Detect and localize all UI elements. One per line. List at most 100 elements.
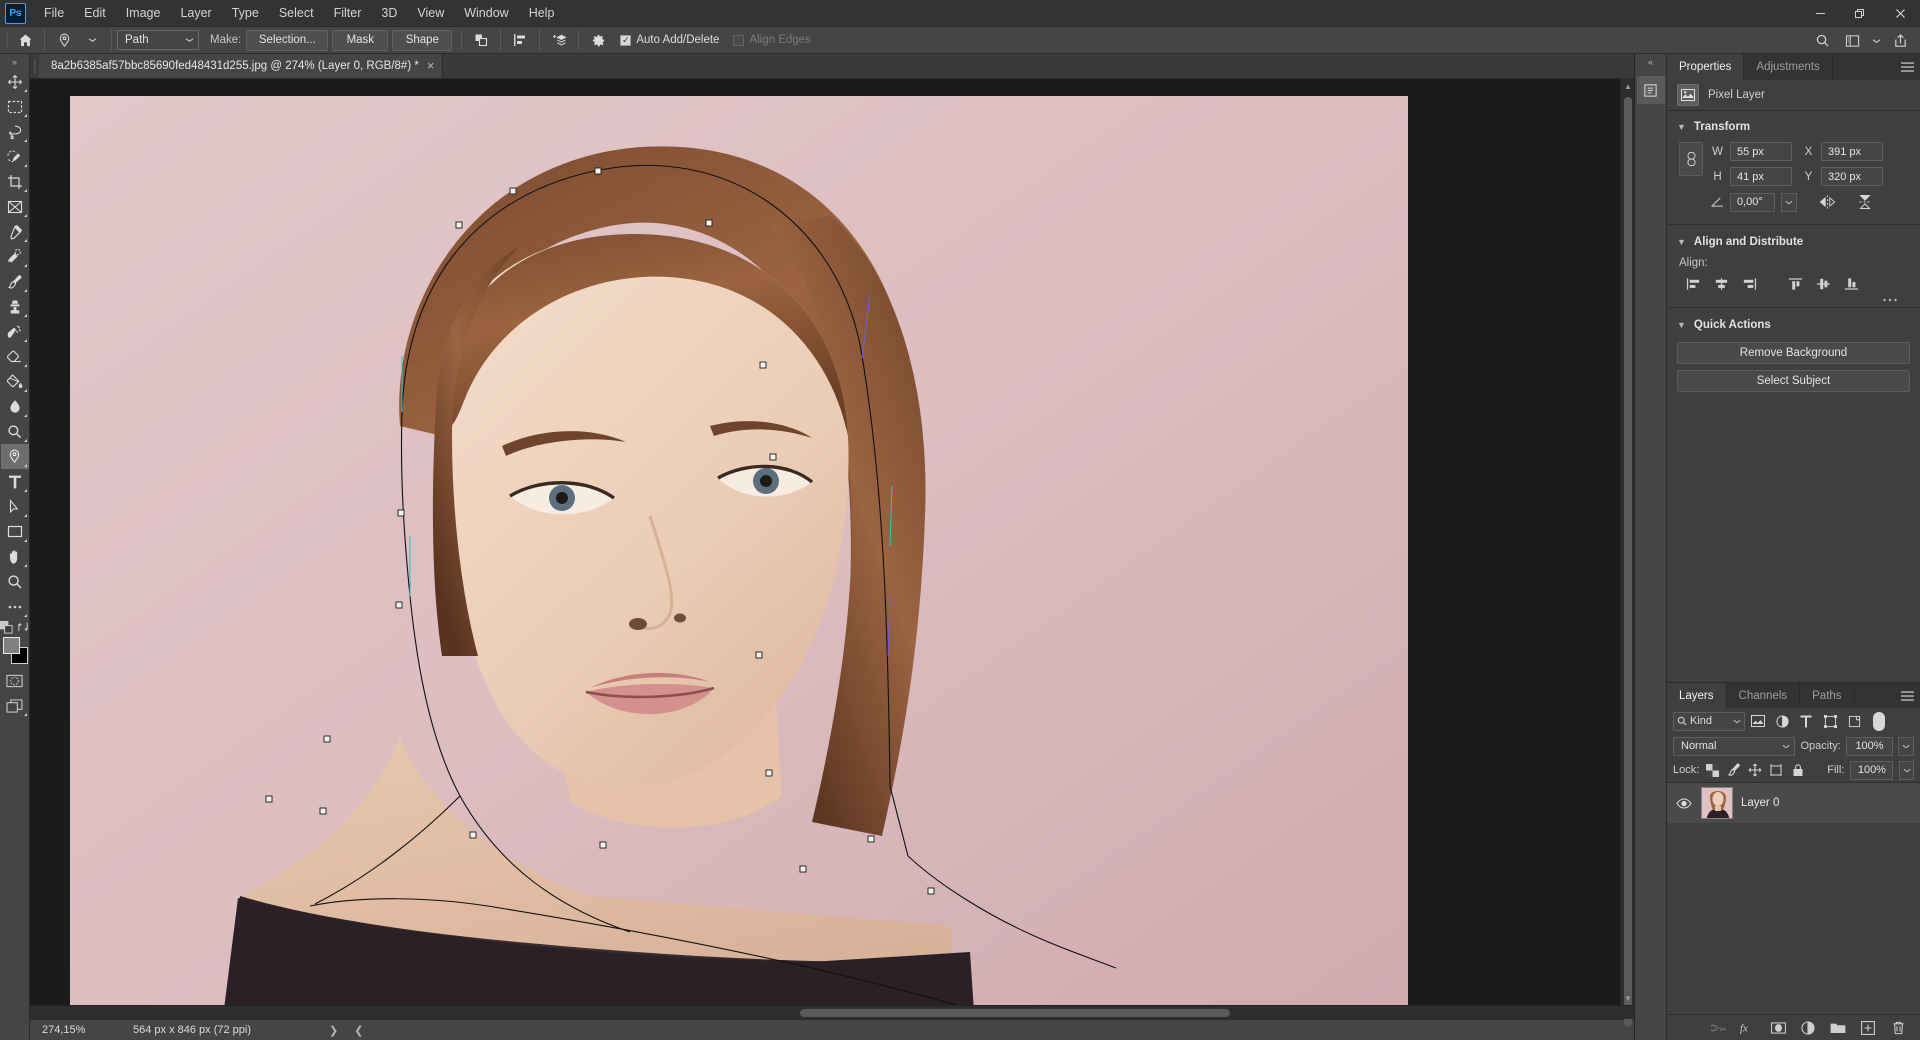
chevron-left-icon[interactable]: ❮ <box>346 1024 371 1037</box>
type-tool[interactable] <box>1 469 29 494</box>
home-icon[interactable] <box>11 28 39 52</box>
canvas-vertical-scrollbar[interactable]: ▲ ▼ <box>1620 79 1635 1027</box>
flip-horizontal-icon[interactable] <box>1815 192 1839 212</box>
filter-pixel-icon[interactable] <box>1747 710 1769 732</box>
filter-type-icon[interactable] <box>1795 710 1817 732</box>
close-icon[interactable]: × <box>427 59 435 72</box>
options-bar-grip[interactable] <box>2 27 11 54</box>
link-aspect-ratio-icon[interactable] <box>1679 142 1703 176</box>
menu-filter[interactable]: Filter <box>324 1 372 25</box>
opacity-input[interactable]: 100% <box>1845 736 1894 756</box>
table-row[interactable]: Layer 0 <box>1667 783 1920 823</box>
filter-adjustment-icon[interactable] <box>1771 710 1793 732</box>
filter-shape-icon[interactable] <box>1819 710 1841 732</box>
scroll-up-arrow-icon[interactable]: ▲ <box>1621 79 1635 93</box>
transform-section-header[interactable]: ▼ Transform <box>1667 116 1920 138</box>
add-layer-mask-icon[interactable] <box>1770 1020 1786 1036</box>
horizontal-scroll-thumb[interactable] <box>800 1009 1230 1017</box>
align-left-edges-icon[interactable] <box>1681 273 1705 295</box>
select-subject-button[interactable]: Select Subject <box>1677 370 1910 392</box>
tab-layers[interactable]: Layers <box>1667 683 1727 708</box>
tab-properties[interactable]: Properties <box>1667 54 1745 80</box>
screen-mode-toggle[interactable] <box>1 693 29 718</box>
vertical-scroll-thumb[interactable] <box>1624 97 1632 1027</box>
align-bottom-edges-icon[interactable] <box>1839 273 1863 295</box>
pen-tool-preset-chevron-icon[interactable] <box>78 28 106 52</box>
menu-layer[interactable]: Layer <box>170 1 221 25</box>
align-vertical-centers-icon[interactable] <box>1811 273 1835 295</box>
tab-channels[interactable]: Channels <box>1726 683 1801 708</box>
menu-view[interactable]: View <box>407 1 454 25</box>
crop-tool[interactable] <box>1 169 29 194</box>
quick-actions-section-header[interactable]: ▼ Quick Actions <box>1667 314 1920 336</box>
lock-image-pixels-icon[interactable] <box>1726 761 1741 779</box>
layers-panel-menu-icon[interactable] <box>1901 683 1914 709</box>
gear-icon[interactable] <box>584 28 612 52</box>
path-operations-icon[interactable] <box>467 28 495 52</box>
align-distribute-section-header[interactable]: ▼ Align and Distribute <box>1667 231 1920 253</box>
canvas-viewport[interactable] <box>30 79 1620 1005</box>
zoom-tool[interactable] <box>1 569 29 594</box>
properties-panel-menu-icon[interactable] <box>1901 54 1914 80</box>
align-horizontal-centers-icon[interactable] <box>1709 273 1733 295</box>
make-mask-button[interactable]: Mask <box>332 29 389 51</box>
chevron-right-icon[interactable]: ❯ <box>321 1024 346 1037</box>
foreground-color-swatch[interactable] <box>2 637 20 654</box>
scroll-down-arrow-icon[interactable]: ▼ <box>1621 991 1635 1005</box>
new-group-icon[interactable] <box>1830 1020 1846 1036</box>
dock-collapse-icon[interactable]: « <box>1635 54 1667 70</box>
tab-adjustments[interactable]: Adjustments <box>1744 54 1833 80</box>
angle-dropdown-chevron-icon[interactable] <box>1781 192 1797 212</box>
align-right-edges-icon[interactable] <box>1737 273 1761 295</box>
color-swatches[interactable] <box>0 636 30 668</box>
menu-edit[interactable]: Edit <box>74 1 116 25</box>
share-icon[interactable] <box>1886 29 1914 53</box>
hand-tool[interactable] <box>1 544 29 569</box>
default-colors-icon[interactable] <box>0 621 13 634</box>
chevron-down-icon[interactable] <box>1868 29 1884 53</box>
filter-smart-object-icon[interactable] <box>1843 710 1865 732</box>
auto-add-delete-checkbox[interactable]: ✓ Auto Add/Delete <box>620 34 719 46</box>
link-layers-icon[interactable] <box>1710 1020 1726 1036</box>
height-input[interactable]: 41 px <box>1730 167 1792 186</box>
swap-colors-icon[interactable] <box>17 621 29 634</box>
healing-brush-tool[interactable] <box>1 244 29 269</box>
history-brush-tool[interactable] <box>1 319 29 344</box>
move-tool[interactable] <box>1 69 29 94</box>
close-button[interactable] <box>1880 0 1920 27</box>
delete-layer-icon[interactable] <box>1890 1020 1906 1036</box>
width-input[interactable]: 55 px <box>1730 142 1792 161</box>
brush-tool[interactable] <box>1 269 29 294</box>
new-layer-icon[interactable] <box>1860 1020 1876 1036</box>
minimize-button[interactable] <box>1800 0 1840 27</box>
flip-vertical-icon[interactable] <box>1853 192 1877 212</box>
layer-style-fx-icon[interactable]: fx <box>1740 1020 1756 1036</box>
menu-window[interactable]: Window <box>454 1 518 25</box>
path-selection-tool[interactable] <box>1 494 29 519</box>
make-shape-button[interactable]: Shape <box>392 29 453 51</box>
angle-input[interactable]: 0,00° <box>1730 192 1775 212</box>
path-arrangement-icon[interactable] <box>545 28 573 52</box>
artboard[interactable] <box>70 96 1408 1005</box>
fill-dropdown-chevron-icon[interactable] <box>1899 760 1914 780</box>
y-input[interactable]: 320 px <box>1821 167 1883 186</box>
restore-button[interactable] <box>1840 0 1880 27</box>
blur-tool[interactable] <box>1 394 29 419</box>
lock-all-icon[interactable] <box>1790 761 1805 779</box>
pen-mode-select[interactable]: Path <box>117 30 199 50</box>
document-tab[interactable]: 8a2b6385af57bbc85690fed48431d255.jpg @ 2… <box>39 53 444 78</box>
tab-paths[interactable]: Paths <box>1800 683 1855 708</box>
make-selection-button[interactable]: Selection... <box>246 29 329 51</box>
opacity-dropdown-chevron-icon[interactable] <box>1898 736 1914 756</box>
menu-image[interactable]: Image <box>116 1 171 25</box>
edit-toolbar-tool[interactable] <box>1 594 29 619</box>
search-icon[interactable] <box>1808 29 1836 53</box>
quick-selection-tool[interactable] <box>1 144 29 169</box>
lock-transparent-pixels-icon[interactable] <box>1705 761 1720 779</box>
rail-properties-icon[interactable] <box>1636 76 1665 104</box>
frame-tool[interactable] <box>1 194 29 219</box>
menu-type[interactable]: Type <box>222 1 269 25</box>
lock-position-icon[interactable] <box>1748 761 1763 779</box>
remove-background-button[interactable]: Remove Background <box>1677 342 1910 364</box>
more-options-icon[interactable] <box>1882 297 1898 303</box>
